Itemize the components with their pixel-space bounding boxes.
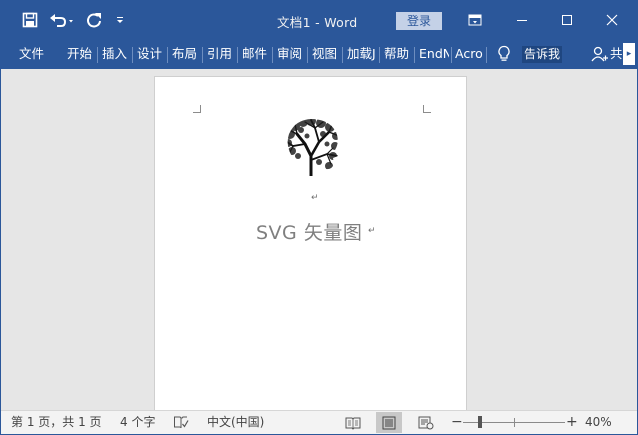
paragraph-mark: ↵: [311, 193, 319, 203]
zoom-in-button[interactable]: +: [566, 411, 578, 434]
ribbon-display-options-button[interactable]: [460, 7, 490, 33]
tab-separator: [167, 47, 168, 63]
web-layout-button[interactable]: [413, 412, 439, 433]
ribbon-collapse-toggle[interactable]: ▸: [623, 43, 635, 65]
minimize-button[interactable]: [507, 7, 537, 33]
minimize-icon: [517, 20, 527, 21]
word-count-status[interactable]: 4 个字: [120, 411, 155, 434]
tab-separator: [97, 47, 98, 63]
tab-separator: [342, 47, 343, 63]
window-title: 文档1 - Word: [277, 15, 358, 30]
undo-icon: [50, 14, 73, 27]
close-button[interactable]: [597, 7, 627, 33]
tab-separator: [237, 47, 238, 63]
chevron-down-icon: [117, 17, 123, 23]
ribbon-tab-bar: 文件 开始 插入 设计 布局 引用 邮件 审阅 视图 加载J 帮助 EndN A…: [1, 39, 637, 69]
tab-endnote[interactable]: EndN: [419, 39, 449, 69]
save-icon: [22, 12, 38, 28]
tab-review[interactable]: 审阅: [277, 39, 302, 69]
margin-corner-mark: [423, 105, 431, 113]
word-window: 文档1 - Word 登录 文件 开始 插入 设计 布局 引用 邮件 审阅 视图…: [0, 0, 638, 435]
share-user-icon[interactable]: [591, 46, 609, 66]
quick-access-toolbar: [15, 8, 131, 32]
tab-design[interactable]: 设计: [137, 39, 162, 69]
tab-references[interactable]: 引用: [207, 39, 232, 69]
redo-button[interactable]: [79, 8, 109, 32]
save-button[interactable]: [15, 8, 45, 32]
tab-view[interactable]: 视图: [312, 39, 337, 69]
page-count-status[interactable]: 第 1 页，共 1 页: [11, 411, 102, 434]
tab-file[interactable]: 文件: [19, 39, 44, 69]
language-status[interactable]: 中文(中国): [207, 411, 264, 434]
lightbulb-icon[interactable]: [497, 45, 511, 67]
tab-separator: [202, 47, 203, 63]
paragraph-mark: ↵: [368, 226, 376, 236]
tab-separator: [307, 47, 308, 63]
login-button[interactable]: 登录: [396, 12, 442, 30]
book-icon: [345, 417, 361, 430]
web-layout-icon: [418, 416, 434, 429]
document-workspace: ↵ SVG 矢量图 ↵: [1, 69, 637, 410]
read-mode-button[interactable]: [340, 412, 366, 433]
tab-addins[interactable]: 加载J: [347, 39, 377, 69]
zoom-level[interactable]: 40%: [585, 411, 612, 434]
tab-separator: [414, 47, 415, 63]
tab-help[interactable]: 帮助: [384, 39, 409, 69]
tab-separator: [486, 47, 487, 63]
tab-acrobat[interactable]: Acro: [455, 39, 483, 69]
tab-separator: [272, 47, 273, 63]
ribbon-display-icon: [468, 14, 482, 26]
title-bar: 文档1 - Word 登录: [1, 1, 637, 39]
document-page[interactable]: ↵ SVG 矢量图 ↵: [154, 76, 467, 410]
zoom-slider-midpoint: [514, 418, 515, 427]
zoom-slider-thumb[interactable]: [478, 416, 482, 428]
maximize-icon: [562, 15, 572, 25]
tell-me-search[interactable]: 告诉我: [522, 46, 563, 63]
redo-icon: [87, 13, 101, 28]
print-layout-icon: [382, 416, 396, 429]
tab-home[interactable]: 开始: [67, 39, 92, 69]
margin-corner-mark: [193, 105, 201, 113]
tab-layout[interactable]: 布局: [172, 39, 197, 69]
close-icon: [606, 14, 618, 26]
undo-button[interactable]: [45, 8, 79, 32]
tree-silhouette-head-image[interactable]: [283, 116, 341, 180]
print-layout-button[interactable]: [376, 412, 402, 433]
customize-qat-button[interactable]: [109, 8, 131, 32]
tab-separator: [379, 47, 380, 63]
tab-separator: [132, 47, 133, 63]
tab-separator: [451, 47, 452, 63]
proofing-icon[interactable]: [173, 415, 189, 433]
share-button-label[interactable]: 共: [610, 39, 623, 69]
zoom-out-button[interactable]: −: [451, 411, 463, 434]
document-body-text[interactable]: SVG 矢量图: [256, 218, 362, 245]
tab-insert[interactable]: 插入: [102, 39, 127, 69]
tab-mailings[interactable]: 邮件: [242, 39, 267, 69]
status-bar: 第 1 页，共 1 页 4 个字 中文(中国) − + 40%: [1, 410, 637, 434]
maximize-button[interactable]: [552, 7, 582, 33]
